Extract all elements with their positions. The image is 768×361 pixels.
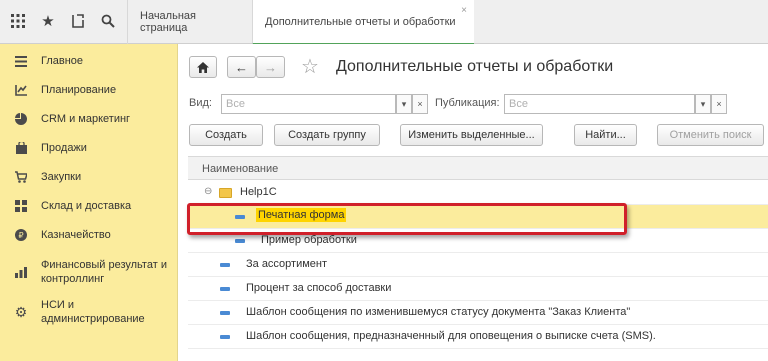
sidebar-item-finance[interactable]: Финансовый результат и контроллинг <box>0 257 178 287</box>
svg-text:₽: ₽ <box>18 231 23 240</box>
find-button[interactable]: Найти... <box>574 124 637 146</box>
sidebar-item-label: Казначейство <box>41 229 111 241</box>
list-item[interactable]: За ассортимент <box>188 253 768 277</box>
processing-item-icon <box>220 311 230 315</box>
sidebar-item-admin[interactable]: ⚙ НСИ и администрирование <box>0 297 178 327</box>
sidebar-item-label: НСИ и администрирование <box>41 299 145 325</box>
tab-home[interactable]: Начальная страница <box>127 0 252 44</box>
sidebar-item-sales[interactable]: Продажи <box>0 140 178 156</box>
publication-filter-label: Публикация: <box>435 97 500 109</box>
pie-chart-icon <box>14 112 28 126</box>
sidebar-item-label: Главное <box>41 55 84 67</box>
home-icon <box>197 61 209 73</box>
favorite-star-icon[interactable]: ☆ <box>301 54 319 79</box>
page-title: Дополнительные отчеты и обработки <box>336 58 614 75</box>
top-bar: ★ Начальная страница Дополнительные отче… <box>0 0 768 45</box>
back-button[interactable]: ← <box>227 56 256 78</box>
close-icon[interactable]: × <box>461 5 467 16</box>
sidebar-item-label: Закупки <box>41 171 82 183</box>
arrow-right-icon: → <box>264 59 277 75</box>
sidebar-item-crm[interactable]: CRM и маркетинг <box>0 111 178 127</box>
sidebar-item-label: Продажи <box>41 142 87 154</box>
history-icon[interactable] <box>66 8 90 34</box>
list-item-label: Шаблон сообщения, предназначенный для оп… <box>246 330 656 342</box>
tab-additional-reports[interactable]: Дополнительные отчеты и обработки × <box>252 0 474 45</box>
list-item-label: Help1C <box>240 186 277 198</box>
coin-icon: ₽ <box>14 228 28 242</box>
sidebar-item-label: CRM и маркетинг <box>41 113 131 125</box>
chevron-down-icon[interactable]: ▾ <box>695 94 711 114</box>
column-header-label: Наименование <box>202 163 279 175</box>
kind-filter-input[interactable]: Все <box>221 94 396 114</box>
list-item-label: Процент за способ доставки <box>246 282 392 294</box>
edit-selected-button[interactable]: Изменить выделенные... <box>400 124 543 146</box>
forward-button[interactable]: → <box>256 56 285 78</box>
arrow-left-icon: ← <box>235 59 248 75</box>
kind-filter-label: Вид: <box>189 97 212 109</box>
folder-icon <box>219 188 232 198</box>
sidebar-item-label: Склад и доставка <box>41 200 132 212</box>
publication-filter-input[interactable]: Все <box>504 94 695 114</box>
collapse-icon[interactable]: ⊖ <box>204 186 214 197</box>
tab-home-label: Начальная страница <box>140 10 196 34</box>
planning-icon <box>14 83 28 97</box>
create-group-button[interactable]: Создать группу <box>274 124 380 146</box>
processing-item-icon <box>220 287 230 291</box>
sidebar-item-warehouse[interactable]: Склад и доставка <box>0 198 178 214</box>
sidebar-item-label: Планирование <box>41 84 117 96</box>
highlight-callout <box>187 203 627 235</box>
clear-icon[interactable]: × <box>412 94 428 114</box>
list-item[interactable]: Шаблон сообщения по изменившемуся статус… <box>188 301 768 325</box>
chevron-down-icon[interactable]: ▾ <box>396 94 412 114</box>
gear-icon: ⚙ <box>14 303 28 320</box>
list-item-label: За ассортимент <box>246 258 328 270</box>
clear-icon[interactable]: × <box>711 94 727 114</box>
sidebar-item-main[interactable]: Главное <box>0 53 178 69</box>
column-header-name[interactable]: Наименование <box>188 156 768 180</box>
sidebar-item-treasury[interactable]: ₽ Казначейство <box>0 227 178 243</box>
bar-chart-icon <box>14 265 28 279</box>
grid-icon[interactable] <box>6 8 30 34</box>
processing-item-icon <box>220 263 230 267</box>
sidebar-item-planning[interactable]: Планирование <box>0 82 178 98</box>
create-button[interactable]: Создать <box>189 124 263 146</box>
sidebar-item-purchases[interactable]: Закупки <box>0 169 178 185</box>
tab-additional-reports-label: Дополнительные отчеты и обработки <box>265 15 456 28</box>
list-item[interactable]: Процент за способ доставки <box>188 277 768 301</box>
menu-lines-icon <box>14 54 28 68</box>
sidebar-item-label: Финансовый результат и контроллинг <box>41 259 167 285</box>
processing-item-icon <box>220 335 230 339</box>
list-item-label: Пример обработки <box>261 234 357 246</box>
warehouse-grid-icon <box>14 199 28 213</box>
list-group-row[interactable]: ⊖ Help1C <box>188 181 768 205</box>
list-item[interactable]: Шаблон сообщения, предназначенный для оп… <box>188 325 768 349</box>
cancel-search-button[interactable]: Отменить поиск <box>657 124 764 146</box>
star-icon[interactable]: ★ <box>36 8 60 34</box>
processing-item-icon <box>235 239 245 243</box>
bag-icon <box>14 141 28 155</box>
list-item-label: Шаблон сообщения по изменившемуся статус… <box>246 306 631 318</box>
home-button[interactable] <box>189 56 217 78</box>
cart-icon <box>14 170 28 184</box>
sidebar: Главное Планирование CRM и маркетинг Про… <box>0 44 178 361</box>
search-icon[interactable] <box>96 8 120 34</box>
